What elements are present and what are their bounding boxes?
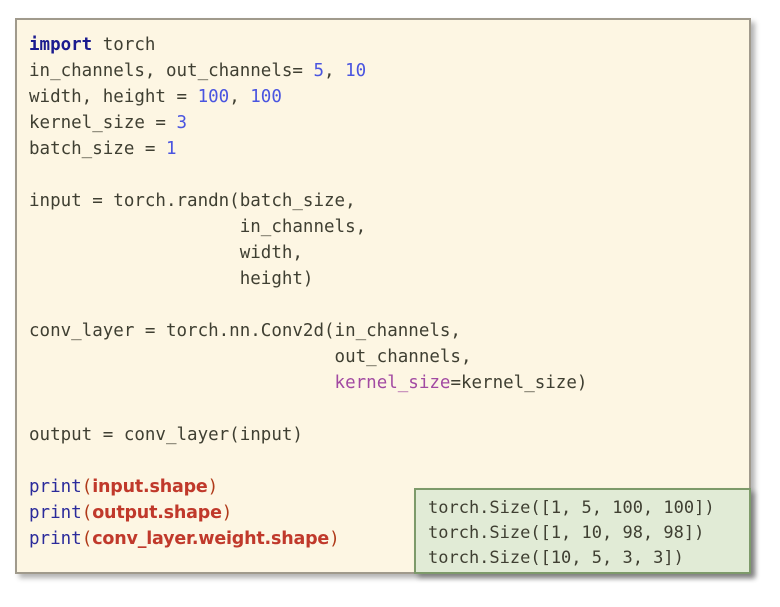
code-line: kernel_size=kernel_size) [29,370,588,396]
code-token: out_channels, [29,347,472,367]
code-token: 10 [345,61,367,81]
code-token: ) [221,503,233,523]
code-token: 100 [197,87,230,107]
code-token: 3 [176,113,188,133]
console-output-line: torch.Size([10, 5, 3, 3]) [428,548,684,568]
code-token: ( [81,503,93,523]
code-line: batch_size = 1 [29,136,587,162]
code-token: =kernel_size) [450,373,588,393]
code-block: import torch in_channels, out_channels= 5… [29,32,587,552]
code-token: batch_size = [29,139,166,159]
code-token: print [29,503,82,523]
code-line: in_channels, [29,214,587,240]
code-token: ) [329,529,340,549]
console-output-card: torch.Size([1, 5, 100, 100]) torch.Size([… [414,488,751,574]
code-line: input = torch.randn(batch_size, [29,188,587,214]
code-line: height) [29,266,587,292]
code-line: width, [29,240,587,266]
code-token: import [29,35,93,55]
code-token: , [229,87,251,107]
code-token: ) [207,477,219,497]
code-line: width, height = 100, 100 [29,84,587,110]
code-token: height) [29,269,314,289]
code-token: print [29,477,82,497]
code-line: output = conv_layer(input) [29,422,587,448]
code-token: output = conv_layer(input) [29,425,303,445]
code-token: 1 [165,139,177,159]
slide-canvas: import torch in_channels, out_channels= 5… [0,0,780,607]
code-token: in_channels, out_channels= [29,61,314,81]
code-token: kernel_size = [29,113,177,133]
console-output-line: torch.Size([1, 5, 100, 100]) [428,498,715,518]
code-token: input = torch.randn(batch_size, [29,191,356,211]
code-token: in_channels, [29,217,367,237]
code-token: conv_layer.weight.shape [92,529,330,549]
code-token: width, height = [29,87,198,107]
console-output-line: torch.Size([1, 10, 98, 98]) [428,523,705,543]
code-line: in_channels, out_channels= 5, 10 [29,58,587,84]
code-token: torch [92,35,156,55]
code-token: kernel_size [334,373,451,393]
code-line: kernel_size = 3 [29,110,587,136]
console-output-block: torch.Size([1, 5, 100, 100]) torch.Size([… [428,496,715,571]
code-token: 100 [250,87,282,107]
code-token: print [29,529,82,549]
code-token: conv_layer = torch.nn.Conv2d(in_channels… [29,321,461,341]
code-token: width, [29,243,303,263]
code-token: , [324,61,346,81]
code-line: import torch [29,32,587,58]
code-token: 5 [313,61,325,81]
code-token: ( [81,477,93,497]
code-line: out_channels, [29,344,587,370]
code-token: ( [81,529,93,549]
code-line: conv_layer = torch.nn.Conv2d(in_channels… [29,318,587,344]
code-token: input.shape [92,477,208,497]
code-token: output.shape [92,503,222,523]
